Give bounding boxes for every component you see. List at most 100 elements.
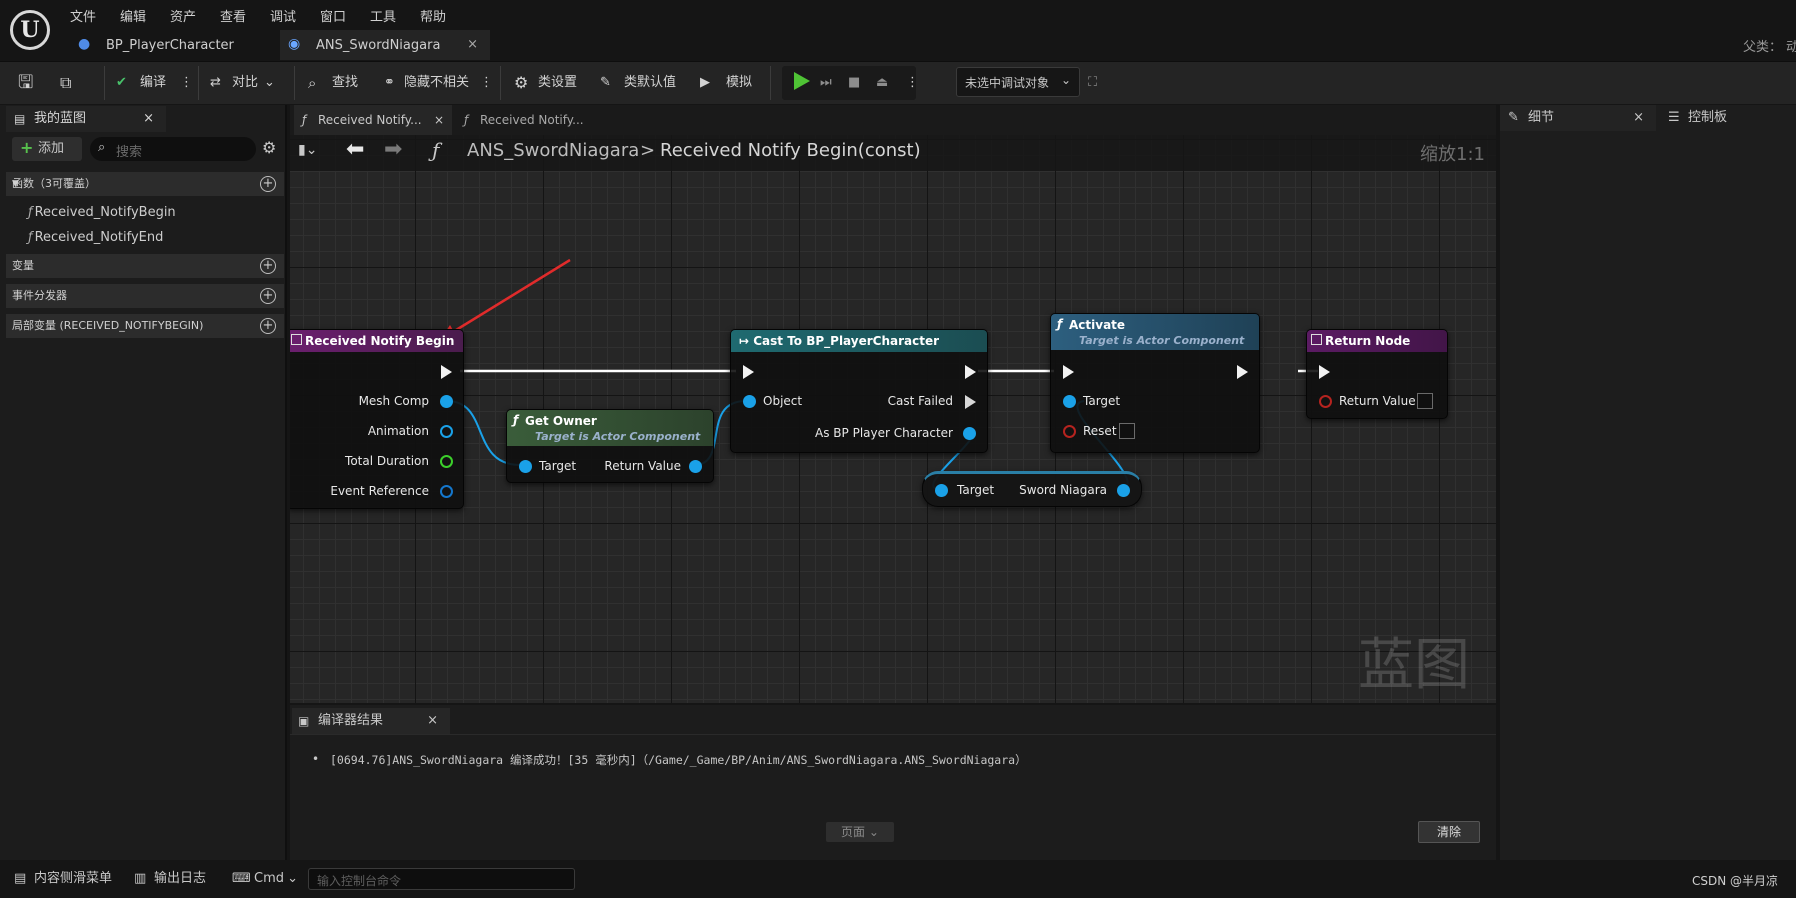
animation-pin[interactable]	[440, 425, 453, 438]
add-button[interactable]: + 添加	[12, 137, 82, 161]
object-pin[interactable]	[743, 395, 756, 408]
forward-arrow-icon[interactable]: ➡	[384, 137, 402, 162]
pin-label: Object	[763, 394, 803, 408]
node-activate[interactable]: ƒ Activate Target is Actor Component Tar…	[1050, 313, 1260, 453]
debug-target-dropdown[interactable]: 未选中调试对象 ⌄	[956, 67, 1080, 97]
as-player-character-pin[interactable]	[963, 427, 976, 440]
search-input[interactable]: ⌕ 搜索	[90, 137, 256, 161]
console-input[interactable]: 输入控制台命令	[308, 868, 575, 890]
function-item[interactable]: ƒ Received_NotifyEnd	[28, 230, 163, 245]
pin-label: Target	[1083, 394, 1121, 408]
unreal-logo-icon[interactable]: U	[10, 10, 50, 50]
exec-in-pin[interactable]	[743, 365, 754, 379]
eject-icon[interactable]: ⏏	[876, 70, 888, 96]
stop-icon[interactable]: ■	[848, 70, 860, 96]
exec-in-pin[interactable]	[1063, 365, 1074, 379]
total-duration-pin[interactable]	[440, 455, 453, 468]
section-label: 事件分发器	[12, 289, 67, 302]
debug-filter-icon[interactable]: ⛶	[1088, 70, 1097, 96]
doc-tab-sword-niagara[interactable]: ◉ ANS_SwordNiagara ×	[280, 30, 490, 60]
function-item[interactable]: ƒ Received_NotifyBegin	[28, 205, 176, 220]
node-get-sword-niagara[interactable]: Target Sword Niagara	[922, 471, 1142, 507]
add-variable-icon[interactable]: +	[260, 258, 276, 274]
browse-icon[interactable]: ⧉	[60, 70, 71, 96]
play-icon[interactable]	[794, 72, 810, 90]
class-settings-button[interactable]: 类设置	[538, 70, 577, 96]
target-pin[interactable]	[935, 484, 948, 497]
exec-out-pin[interactable]	[441, 365, 452, 379]
cmd-dropdown[interactable]: ⌨ Cmd ⌄	[226, 866, 302, 892]
section-event-dispatchers[interactable]: 事件分发器 +	[6, 284, 284, 308]
menu-view[interactable]: 查看	[220, 6, 246, 25]
close-icon[interactable]: ×	[1633, 105, 1644, 131]
save-icon[interactable]: 🖫	[18, 70, 33, 96]
add-function-icon[interactable]: +	[260, 176, 276, 192]
close-icon[interactable]: ×	[467, 37, 478, 52]
gear-icon[interactable]: ⚙	[262, 138, 276, 157]
target-pin[interactable]	[1063, 395, 1076, 408]
graph-canvas[interactable]: Received Notify Begin Mesh Comp Animatio…	[290, 135, 1496, 703]
details-tab[interactable]: ✎ 细节 ×	[1500, 105, 1656, 131]
doc-tab-player-character[interactable]: ● BP_PlayerCharacter	[70, 30, 275, 60]
exec-out-pin[interactable]	[965, 365, 976, 379]
output-log-label: 输出日志	[154, 871, 207, 886]
menu-edit[interactable]: 编辑	[120, 6, 146, 25]
exec-in-pin[interactable]	[1319, 365, 1330, 379]
bookmark-icon[interactable]: ▮⌄	[298, 142, 317, 158]
sword-niagara-pin[interactable]	[1117, 484, 1130, 497]
chevron-down-icon[interactable]: ⌄	[264, 70, 275, 96]
add-local-variable-icon[interactable]: +	[260, 318, 276, 334]
cast-failed-pin[interactable]	[965, 395, 976, 409]
event-reference-pin[interactable]	[440, 485, 453, 498]
add-dispatcher-icon[interactable]: +	[260, 288, 276, 304]
menu-window[interactable]: 窗口	[320, 6, 346, 25]
menu-tools[interactable]: 工具	[370, 6, 396, 25]
exec-out-pin[interactable]	[1237, 365, 1248, 379]
target-pin[interactable]	[519, 460, 532, 473]
more-options-icon[interactable]: ⋮	[480, 70, 493, 96]
page-dropdown[interactable]: 页面 ⌄	[826, 822, 894, 842]
close-icon[interactable]: ×	[143, 106, 154, 132]
parent-class-value[interactable]: 动	[1786, 36, 1796, 55]
diff-button[interactable]: 对比	[232, 70, 258, 96]
menu-asset[interactable]: 资产	[170, 6, 196, 25]
node-get-owner[interactable]: ƒ Get Owner Target is Actor Component Ta…	[506, 409, 714, 483]
menu-help[interactable]: 帮助	[420, 6, 446, 25]
menu-debug[interactable]: 调试	[270, 6, 296, 25]
return-value-pin[interactable]	[1319, 395, 1332, 408]
menu-file[interactable]: 文件	[70, 6, 96, 25]
section-local-variables[interactable]: 局部变量 (RECEIVED_NOTIFYBEGIN) +	[6, 314, 284, 338]
breadcrumb-root[interactable]: ANS_SwordNiagara	[467, 140, 639, 161]
control-panel-tab[interactable]: ☰ 控制板	[1660, 105, 1796, 131]
reset-checkbox[interactable]	[1119, 423, 1135, 439]
compile-options-icon[interactable]: ⋮	[180, 70, 193, 96]
section-variables[interactable]: 变量 +	[6, 254, 284, 278]
close-icon[interactable]: ×	[434, 105, 444, 135]
mesh-comp-pin[interactable]	[440, 395, 453, 408]
back-arrow-icon[interactable]: ⬅	[346, 137, 364, 162]
node-cast-to-player-character[interactable]: ↦ Cast To BP_PlayerCharacter Object Cast…	[730, 329, 988, 453]
compile-message[interactable]: [0694.76]ANS_SwordNiagara 编译成功！[35 毫秒内]（…	[330, 752, 1027, 768]
node-return[interactable]: Return Node Return Value	[1306, 329, 1448, 419]
content-drawer-button[interactable]: ▤ 内容侧滑菜单	[6, 866, 120, 892]
return-value-checkbox[interactable]	[1417, 393, 1433, 409]
play-options-icon[interactable]: ⋮	[906, 70, 919, 96]
return-value-pin[interactable]	[689, 460, 702, 473]
close-icon[interactable]: ×	[427, 708, 438, 734]
reset-pin[interactable]	[1063, 425, 1076, 438]
graph-tab-active[interactable]: ƒ Received Notify... ×	[294, 105, 452, 135]
clear-button[interactable]: 清除	[1418, 821, 1480, 843]
section-functions[interactable]: ▼ 函数（3可覆盖） +	[6, 172, 284, 196]
simulate-button[interactable]: 模拟	[726, 70, 752, 96]
list-icon: ☰	[1668, 110, 1680, 125]
class-defaults-button[interactable]: 类默认值	[624, 70, 676, 96]
output-log-button[interactable]: ▥ 输出日志	[126, 866, 216, 892]
compile-button[interactable]: 编译	[140, 70, 166, 96]
step-icon[interactable]: ⏭	[820, 70, 832, 96]
hide-unrelated-button[interactable]: 隐藏不相关	[404, 70, 469, 96]
graph-tab[interactable]: ƒ Received Notify...	[456, 105, 596, 135]
node-received-notify-begin[interactable]: Received Notify Begin Mesh Comp Animatio…	[290, 329, 464, 509]
my-blueprint-tab[interactable]: ▤ 我的蓝图 ×	[6, 106, 166, 132]
compiler-results-tab[interactable]: ▣ 编译器结果 ×	[292, 708, 450, 734]
find-button[interactable]: 查找	[332, 70, 358, 96]
